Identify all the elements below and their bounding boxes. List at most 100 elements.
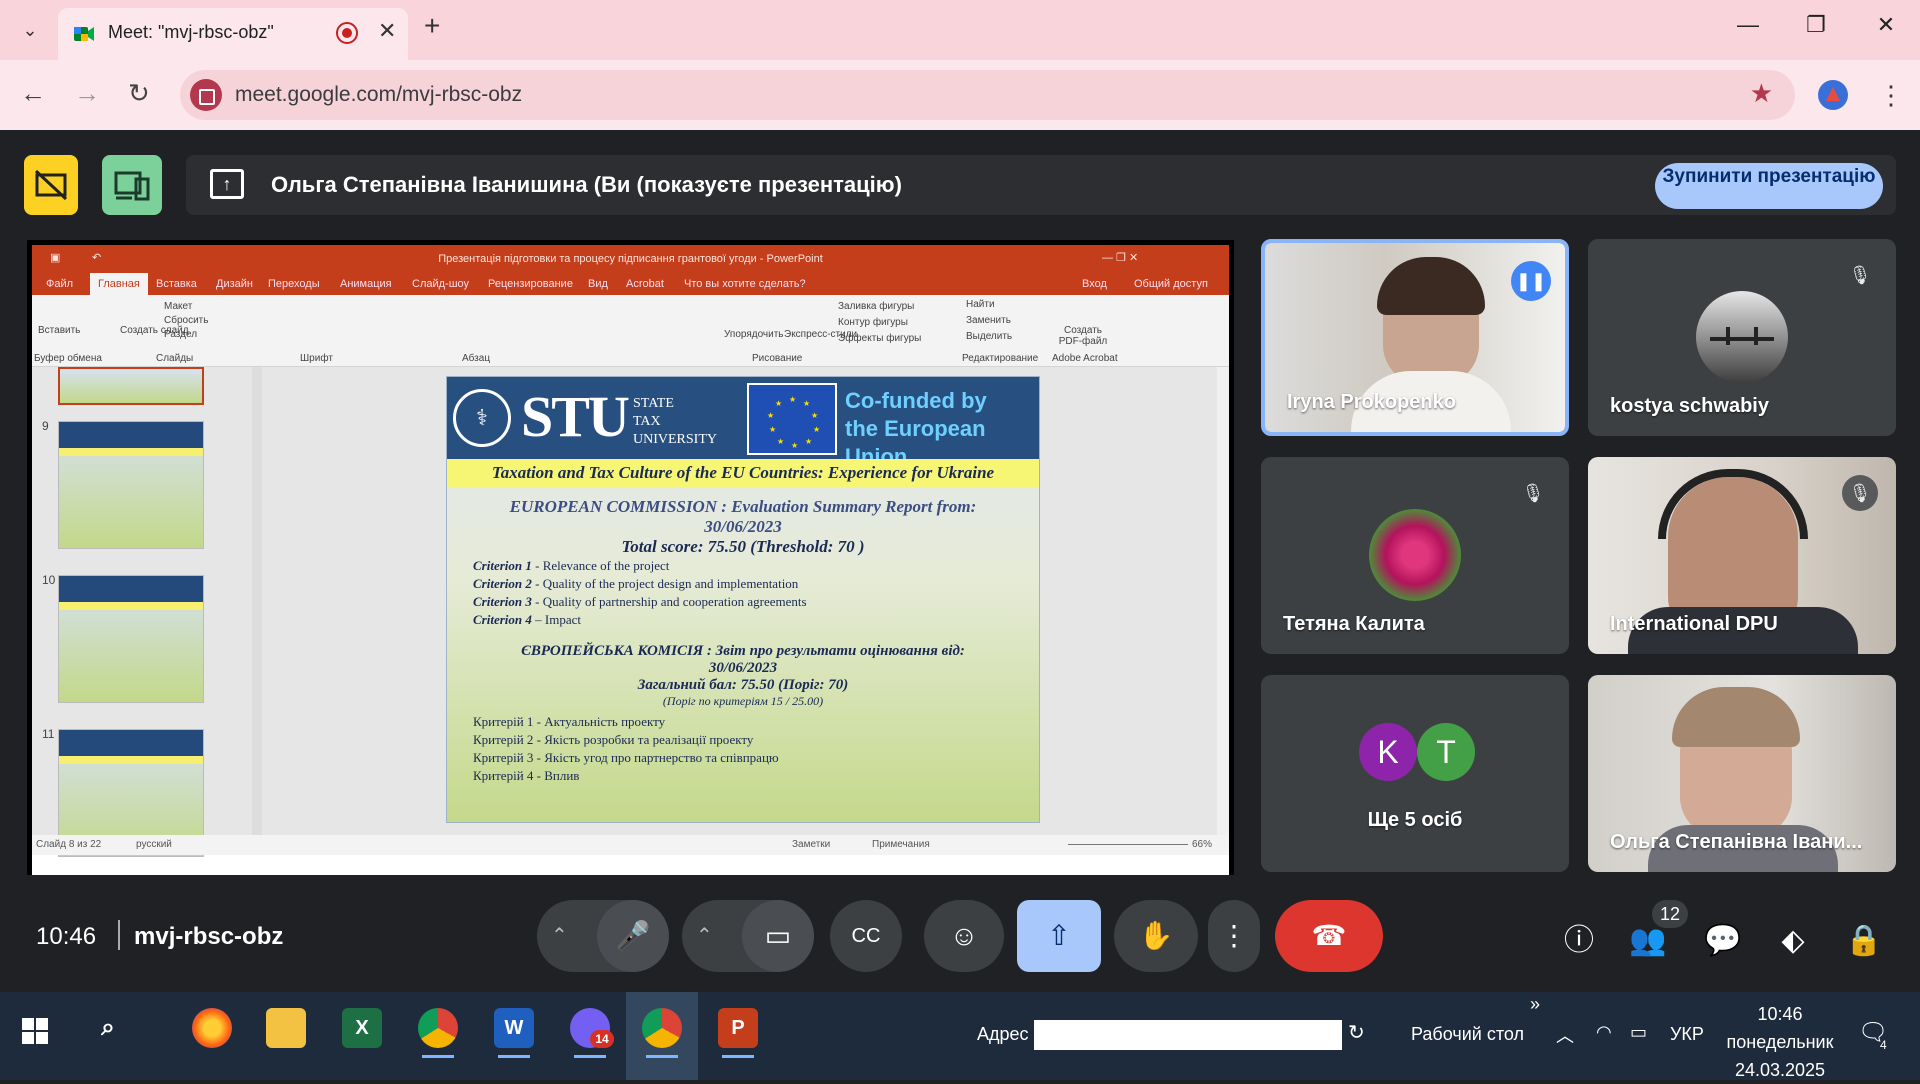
- activities-icon[interactable]: ⬖: [1769, 917, 1817, 965]
- tray-overflow-icon[interactable]: ︿: [1556, 1022, 1574, 1048]
- thumbnails-scrollbar[interactable]: [252, 367, 262, 835]
- bookmark-star-icon[interactable]: ★: [1750, 78, 1773, 109]
- create-pdf-button[interactable]: Создать PDF-файл: [1056, 325, 1110, 347]
- replace-button[interactable]: Заменить: [966, 315, 1011, 326]
- tab-home[interactable]: Главная: [90, 273, 148, 295]
- layout-devices-icon[interactable]: [102, 155, 162, 215]
- taskbar-clock[interactable]: 10:46 понедельник 24.03.2025: [1720, 1000, 1840, 1084]
- chat-icon[interactable]: 💬: [1699, 917, 1747, 965]
- raise-hand-icon[interactable]: ✋: [1114, 900, 1198, 972]
- slide-scrollbar[interactable]: [1217, 367, 1229, 835]
- host-controls-icon[interactable]: 🔒: [1840, 917, 1888, 965]
- tab-search-chevron-icon[interactable]: ⌄: [10, 12, 50, 48]
- arrange-button[interactable]: Упорядочить: [724, 329, 784, 340]
- search-icon[interactable]: ⌕: [88, 1008, 128, 1048]
- shape-effects-button[interactable]: Эффекты фигуры: [838, 333, 921, 344]
- captions-icon[interactable]: CC: [830, 900, 902, 972]
- mic-options-group: ⌃ 🎤: [537, 900, 669, 972]
- shape-fill-button[interactable]: Заливка фигуры: [838, 301, 914, 312]
- forward-arrow-icon[interactable]: →: [74, 78, 100, 109]
- find-button[interactable]: Найти: [966, 299, 995, 310]
- mic-options-chevron-icon[interactable]: ⌃: [551, 900, 568, 972]
- profile-avatar-icon[interactable]: [1818, 80, 1848, 110]
- tab-insert[interactable]: Вставка: [156, 278, 197, 290]
- excel-icon[interactable]: X: [342, 1008, 382, 1048]
- stop-presenting-button[interactable]: Зупинити презентацію: [1655, 163, 1883, 209]
- save-icon[interactable]: ▣: [50, 251, 60, 264]
- new-tab-plus-icon[interactable]: +: [424, 10, 440, 42]
- tab-slideshow[interactable]: Слайд-шоу: [412, 278, 469, 290]
- tab-acrobat[interactable]: Acrobat: [626, 278, 664, 290]
- camera-icon[interactable]: ▭: [742, 900, 814, 972]
- section-button[interactable]: Раздел: [164, 329, 197, 340]
- present-now-icon[interactable]: ⇧: [1017, 900, 1101, 972]
- tell-me-search[interactable]: Что вы хотите сделать?: [684, 278, 806, 290]
- slide-thumbnail-10[interactable]: [58, 575, 204, 703]
- more-options-icon[interactable]: ⋮: [1208, 900, 1260, 972]
- meeting-info-icon[interactable]: ⓘ: [1555, 917, 1603, 965]
- comments-button[interactable]: Примечания: [872, 839, 930, 850]
- browser-tab-bar: ⌄ Meet: "mvj-rbsc-obz" ✕ + — ❐ ✕: [0, 0, 1920, 60]
- tab-transitions[interactable]: Переходы: [268, 278, 320, 290]
- reload-icon[interactable]: ↻: [128, 78, 150, 109]
- undo-icon[interactable]: ↶: [92, 251, 101, 264]
- shape-outline-button[interactable]: Контур фигуры: [838, 317, 908, 328]
- participant-tile[interactable]: 🎙 kostya schwabiy: [1588, 239, 1896, 436]
- microphone-icon[interactable]: 🎤: [597, 900, 669, 972]
- powerpoint-icon[interactable]: P: [718, 1008, 758, 1058]
- wifi-icon[interactable]: ◠: [1596, 1022, 1612, 1043]
- pp-window-controls-icon[interactable]: — ❐ ✕: [1102, 251, 1138, 264]
- battery-icon[interactable]: ▭: [1630, 1022, 1647, 1043]
- tab-animation[interactable]: Анимация: [340, 278, 392, 290]
- tab-design[interactable]: Дизайн: [216, 278, 253, 290]
- zoom-slider[interactable]: [1068, 839, 1188, 845]
- leave-call-icon[interactable]: ☎: [1275, 900, 1383, 972]
- file-explorer-icon[interactable]: [266, 1008, 306, 1048]
- sign-in-link[interactable]: Вход: [1082, 278, 1107, 290]
- layout-button[interactable]: Макет: [164, 301, 192, 312]
- zoom-level[interactable]: 66%: [1192, 839, 1212, 850]
- browser-menu-icon[interactable]: ⋮: [1878, 80, 1904, 111]
- share-link[interactable]: Общий доступ: [1134, 278, 1208, 290]
- meet-stage: ↑ Ольга Степанівна Іванишина (Ви (показу…: [0, 130, 1920, 998]
- restore-window-icon[interactable]: ❐: [1796, 12, 1836, 38]
- paste-button[interactable]: Вставить: [38, 325, 80, 336]
- participant-tile-others[interactable]: K T Ще 5 осіб: [1261, 675, 1569, 872]
- minimize-window-icon[interactable]: —: [1728, 12, 1768, 38]
- viber-icon[interactable]: 14: [570, 1008, 614, 1058]
- chrome-active-icon[interactable]: [642, 1008, 682, 1058]
- omnibox[interactable]: meet.google.com/mvj-rbsc-obz ★: [180, 70, 1795, 120]
- reset-button[interactable]: Сбросить: [164, 315, 208, 326]
- slide-thumbnail-8[interactable]: [58, 367, 204, 405]
- editing-group-label: Редактирование: [962, 353, 1039, 364]
- windows-start-icon[interactable]: [22, 1018, 48, 1044]
- chrome-icon[interactable]: [418, 1008, 458, 1058]
- participant-tile[interactable]: 🎙 International DPU: [1588, 457, 1896, 654]
- input-language[interactable]: УКР: [1670, 1024, 1704, 1045]
- participant-tile[interactable]: ❚❚ Iryna Prokopenko: [1261, 239, 1569, 436]
- site-info-icon[interactable]: [190, 79, 222, 111]
- tab-close-icon[interactable]: ✕: [378, 18, 396, 44]
- browser-tab-meet[interactable]: Meet: "mvj-rbsc-obz" ✕: [58, 8, 408, 60]
- tab-file[interactable]: Файл: [46, 278, 73, 290]
- back-arrow-icon[interactable]: ←: [20, 78, 46, 109]
- participant-tile-self[interactable]: Ольга Степанівна Івани...: [1588, 675, 1896, 872]
- select-button[interactable]: Выделить: [966, 331, 1012, 342]
- firefox-icon[interactable]: [192, 1008, 232, 1048]
- participant-tile[interactable]: 🎙 Тетяна Калита: [1261, 457, 1569, 654]
- close-window-icon[interactable]: ✕: [1866, 12, 1906, 38]
- hide-presentation-icon[interactable]: [24, 155, 78, 215]
- emoji-reactions-icon[interactable]: ☺: [924, 900, 1004, 972]
- language-indicator[interactable]: русский: [136, 839, 172, 850]
- address-go-icon[interactable]: ↻: [1348, 1020, 1374, 1050]
- slide-thumbnail-9[interactable]: [58, 421, 204, 549]
- url-text[interactable]: meet.google.com/mvj-rbsc-obz: [235, 83, 522, 107]
- desktop-toolbar-label[interactable]: Рабочий стол: [1411, 1024, 1524, 1045]
- toolbar-expand-icon[interactable]: »: [1530, 994, 1540, 1015]
- address-toolbar-input[interactable]: [1034, 1020, 1342, 1050]
- tab-view[interactable]: Вид: [588, 278, 608, 290]
- camera-options-chevron-icon[interactable]: ⌃: [696, 900, 713, 972]
- tab-review[interactable]: Рецензирование: [488, 278, 573, 290]
- notes-button[interactable]: Заметки: [792, 839, 830, 850]
- word-icon[interactable]: W: [494, 1008, 534, 1058]
